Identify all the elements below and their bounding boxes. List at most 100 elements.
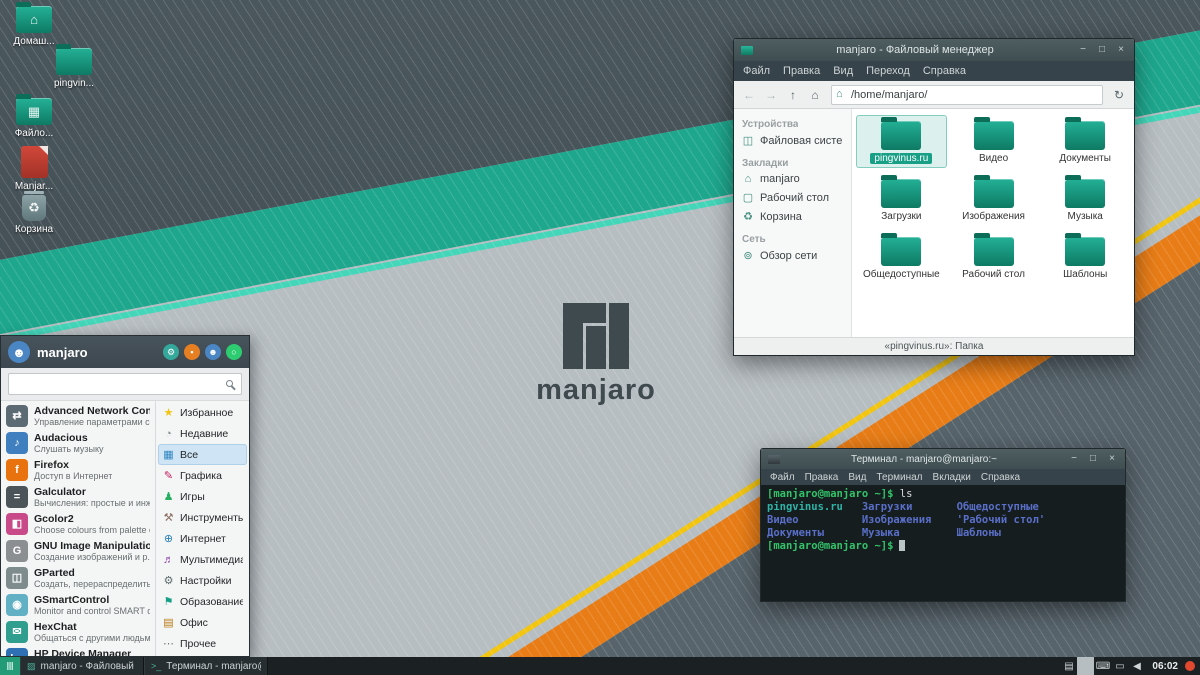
switch-user-icon[interactable]: ☻ xyxy=(205,344,221,360)
app-list-item[interactable]: f Firefox Доступ в Интернет xyxy=(1,456,155,483)
app-list-item[interactable]: ◫ GParted Создать, перераспределить ... xyxy=(1,564,155,591)
desktop-icon-manjaro-doc[interactable]: Manjar... xyxy=(2,146,66,192)
file-item-label: Шаблоны xyxy=(1063,269,1108,280)
category-item[interactable]: ⋯ Прочее xyxy=(158,633,247,654)
category-item[interactable]: ▦ Все xyxy=(158,444,247,465)
category-item[interactable]: ◔ Недавние xyxy=(158,423,247,444)
menu-item[interactable]: Вкладки xyxy=(933,472,971,483)
taskbar-window-terminal[interactable]: >_ Терминал - manjaro@ma... xyxy=(144,657,268,675)
maximize-button[interactable]: □ xyxy=(1087,449,1099,469)
taskbar-window-filemanager[interactable]: ▨ manjaro - Файловый мен... xyxy=(20,657,144,675)
file-item[interactable]: Музыка xyxy=(1040,173,1130,226)
file-item[interactable]: Общедоступные xyxy=(856,231,947,284)
notification-badge[interactable] xyxy=(1185,661,1195,671)
app-list-item[interactable]: G GNU Image Manipulation Pr... Создание … xyxy=(1,537,155,564)
app-list-item[interactable]: hp HP Device Manager View device status,… xyxy=(1,645,155,656)
terminal-titlebar[interactable]: Терминал - manjaro@manjaro:~ − □ × xyxy=(761,449,1125,469)
menu-item[interactable]: Правка xyxy=(805,472,839,483)
lock-screen-icon[interactable]: ▪ xyxy=(184,344,200,360)
category-item[interactable]: ✎ Графика xyxy=(158,465,247,486)
home-icon[interactable]: ⌂ xyxy=(805,85,825,105)
applications-menu-button[interactable]: Ⅲ xyxy=(0,657,20,675)
desktop-icon-filesystem[interactable]: ▦ Файло... xyxy=(2,94,66,139)
whisker-actions: ⚙ ▪ ☻ ○ xyxy=(163,344,242,360)
app-list-item[interactable]: ♪ Audacious Слушать музыку xyxy=(1,429,155,456)
category-item[interactable]: ♟ Игры xyxy=(158,486,247,507)
desktop-icon-image xyxy=(56,44,92,75)
menu-item[interactable]: Файл xyxy=(743,65,770,77)
file-item[interactable]: Рабочий стол xyxy=(949,231,1039,284)
menu-item[interactable]: Правка xyxy=(783,65,820,77)
menu-item[interactable]: Справка xyxy=(923,65,966,77)
close-button[interactable]: × xyxy=(1115,40,1127,60)
file-manager-titlebar[interactable]: manjaro - Файловый менеджер − □ × xyxy=(734,39,1134,61)
desktop-icon-trash[interactable]: ♻ Корзина xyxy=(2,190,66,235)
file-item-label: Видео xyxy=(978,153,1009,164)
menu-item[interactable]: Вид xyxy=(833,65,853,77)
file-item[interactable]: Документы xyxy=(1040,115,1130,168)
file-item[interactable]: Видео xyxy=(949,115,1039,168)
category-icon: ⚙ xyxy=(163,575,174,587)
file-item[interactable]: Изображения xyxy=(949,173,1039,226)
app-icon: ♪ xyxy=(6,431,28,454)
folder-icon xyxy=(973,175,1014,208)
sidebar-item-home[interactable]: ⌂ manjaro xyxy=(734,170,851,188)
manjaro-wordmark: manjaro xyxy=(536,374,656,406)
desktop-icon-home[interactable]: ⌂ Домаш... xyxy=(2,2,66,47)
path-input[interactable] xyxy=(831,84,1103,105)
app-description: Слушать музыку xyxy=(34,443,104,454)
sidebar-item-trash[interactable]: ♻ Корзина xyxy=(734,207,851,226)
app-name: Advanced Network Configur... xyxy=(34,404,150,417)
folder-icon xyxy=(1065,175,1106,208)
sidebar-item-network-browse[interactable]: ⊚ Обзор сети xyxy=(734,246,851,265)
terminal-menubar: Файл Правка Вид Терминал Вкладки Справка xyxy=(761,469,1125,485)
whisker-app-list: ⇄ Advanced Network Configur... Управлени… xyxy=(1,401,155,656)
app-list-item[interactable]: ⇄ Advanced Network Configur... Управлени… xyxy=(1,402,155,429)
menu-item[interactable]: Файл xyxy=(770,472,795,483)
menu-item[interactable]: Терминал xyxy=(876,472,922,483)
app-list-item[interactable]: ◧ Gcolor2 Choose colours from palette o.… xyxy=(1,510,155,537)
maximize-button[interactable]: □ xyxy=(1096,40,1108,60)
clock[interactable]: 06:02 xyxy=(1145,657,1185,675)
close-button[interactable]: × xyxy=(1106,449,1118,469)
file-manager-toolbar: ← → ↑ ⌂ ⌂ ↻ xyxy=(734,81,1134,109)
desktop-icon-pingvinus[interactable]: pingvin... xyxy=(42,44,106,89)
forward-icon[interactable]: → xyxy=(761,85,781,105)
file-item[interactable]: Загрузки xyxy=(856,173,947,226)
minimize-button[interactable]: − xyxy=(1077,40,1089,60)
app-icon: ⇄ xyxy=(6,404,28,427)
volume-icon[interactable]: ◀ xyxy=(1128,657,1145,675)
app-list-item[interactable]: = Galculator Вычисления: простые и инж..… xyxy=(1,483,155,510)
terminal-output[interactable]: [manjaro@manjaro ~]$ ls pingvinus.ru Загр… xyxy=(761,485,1125,601)
back-icon[interactable]: ← xyxy=(739,85,759,105)
logout-icon[interactable]: ○ xyxy=(226,344,242,360)
app-list-item[interactable]: ✉ HexChat Общаться с другими людьм... xyxy=(1,618,155,645)
category-item[interactable]: ⚑ Образование xyxy=(158,591,247,612)
terminal-cursor xyxy=(899,540,906,551)
file-item[interactable]: Шаблоны xyxy=(1040,231,1130,284)
settings-icon[interactable]: ⚙ xyxy=(163,344,179,360)
refresh-icon[interactable]: ↻ xyxy=(1109,85,1129,105)
menu-item[interactable]: Справка xyxy=(981,472,1020,483)
up-icon[interactable]: ↑ xyxy=(783,85,803,105)
app-list-item[interactable]: ◉ GSmartControl Monitor and control SMAR… xyxy=(1,591,155,618)
minimize-button[interactable]: − xyxy=(1068,449,1080,469)
category-icon: ◔ xyxy=(165,427,172,440)
menu-item[interactable]: Переход xyxy=(866,65,910,77)
monitor-icon[interactable]: ▭ xyxy=(1111,657,1128,675)
menu-item[interactable]: Вид xyxy=(848,472,866,483)
notes-icon[interactable]: ▤ xyxy=(1060,657,1077,675)
sidebar-item-desktop[interactable]: ▢ Рабочий стол xyxy=(734,188,851,207)
file-item[interactable]: pingvinus.ru xyxy=(856,115,947,168)
keyboard-icon[interactable]: ⌨ xyxy=(1094,657,1111,675)
search-input[interactable] xyxy=(8,373,242,395)
sidebar-item-filesystem[interactable]: ◫ Файловая система xyxy=(734,131,851,150)
category-item[interactable]: ⊕ Интернет xyxy=(158,528,247,549)
category-item[interactable]: ♬ Мультимедиа xyxy=(158,549,247,570)
app-description: Управление параметрами с... xyxy=(34,416,150,427)
category-item[interactable]: ▤ Офис xyxy=(158,612,247,633)
category-item[interactable]: ⚒ Инструменты xyxy=(158,507,247,528)
display-green-icon[interactable] xyxy=(1077,657,1095,675)
category-item[interactable]: ★ Избранное xyxy=(158,402,247,423)
category-item[interactable]: ⚙ Настройки xyxy=(158,570,247,591)
